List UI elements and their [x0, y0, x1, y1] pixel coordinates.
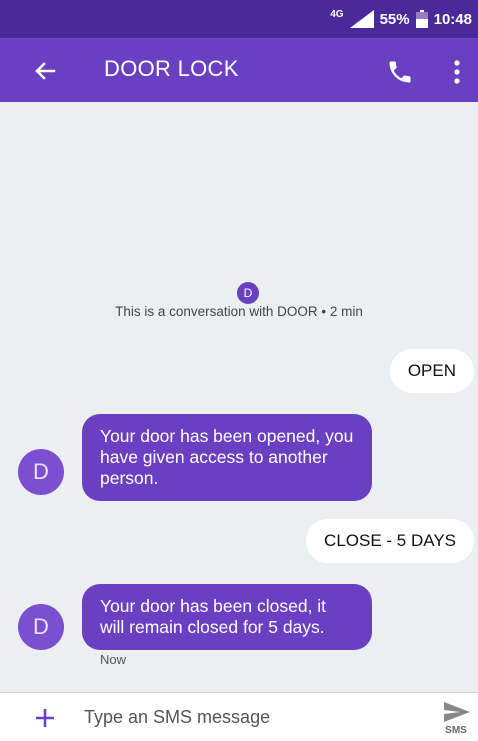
compose-bar: SMS [0, 692, 478, 741]
message-bubble-incoming[interactable]: Your door has been closed, it will remai… [82, 584, 372, 650]
message-bubble-outgoing[interactable]: CLOSE - 5 DAYS [306, 519, 474, 563]
add-attachment-icon[interactable] [34, 707, 56, 729]
battery-icon [415, 10, 428, 28]
sender-avatar[interactable]: D [18, 449, 64, 495]
send-icon [444, 702, 470, 722]
network-type: 4G [330, 8, 344, 20]
message-bubble-incoming[interactable]: Your door has been opened, you have give… [82, 414, 372, 501]
back-arrow-icon[interactable] [30, 56, 60, 86]
status-indicators: 4G 55% 10:48 [330, 8, 472, 28]
clock: 10:48 [433, 10, 472, 28]
phone-call-icon[interactable] [386, 58, 414, 86]
intro-avatar: D [237, 282, 259, 304]
conversation-title: DOOR LOCK [104, 56, 239, 81]
sender-avatar[interactable]: D [18, 604, 64, 650]
conversation-intro-text: This is a conversation with DOOR • 2 min [115, 304, 363, 319]
app-bar: DOOR LOCK [0, 38, 478, 102]
conversation-area[interactable]: D This is a conversation with DOOR • 2 m… [0, 102, 478, 692]
battery-percent: 55% [379, 10, 410, 28]
status-bar: 4G 55% 10:48 [0, 0, 478, 38]
more-options-icon[interactable] [448, 58, 466, 86]
send-button[interactable]: SMS [438, 699, 474, 739]
send-label: SMS [445, 725, 467, 736]
message-timestamp: Now [100, 652, 127, 667]
message-bubble-outgoing[interactable]: OPEN [389, 349, 474, 393]
message-input[interactable] [82, 701, 416, 733]
signal-icon [349, 10, 374, 28]
